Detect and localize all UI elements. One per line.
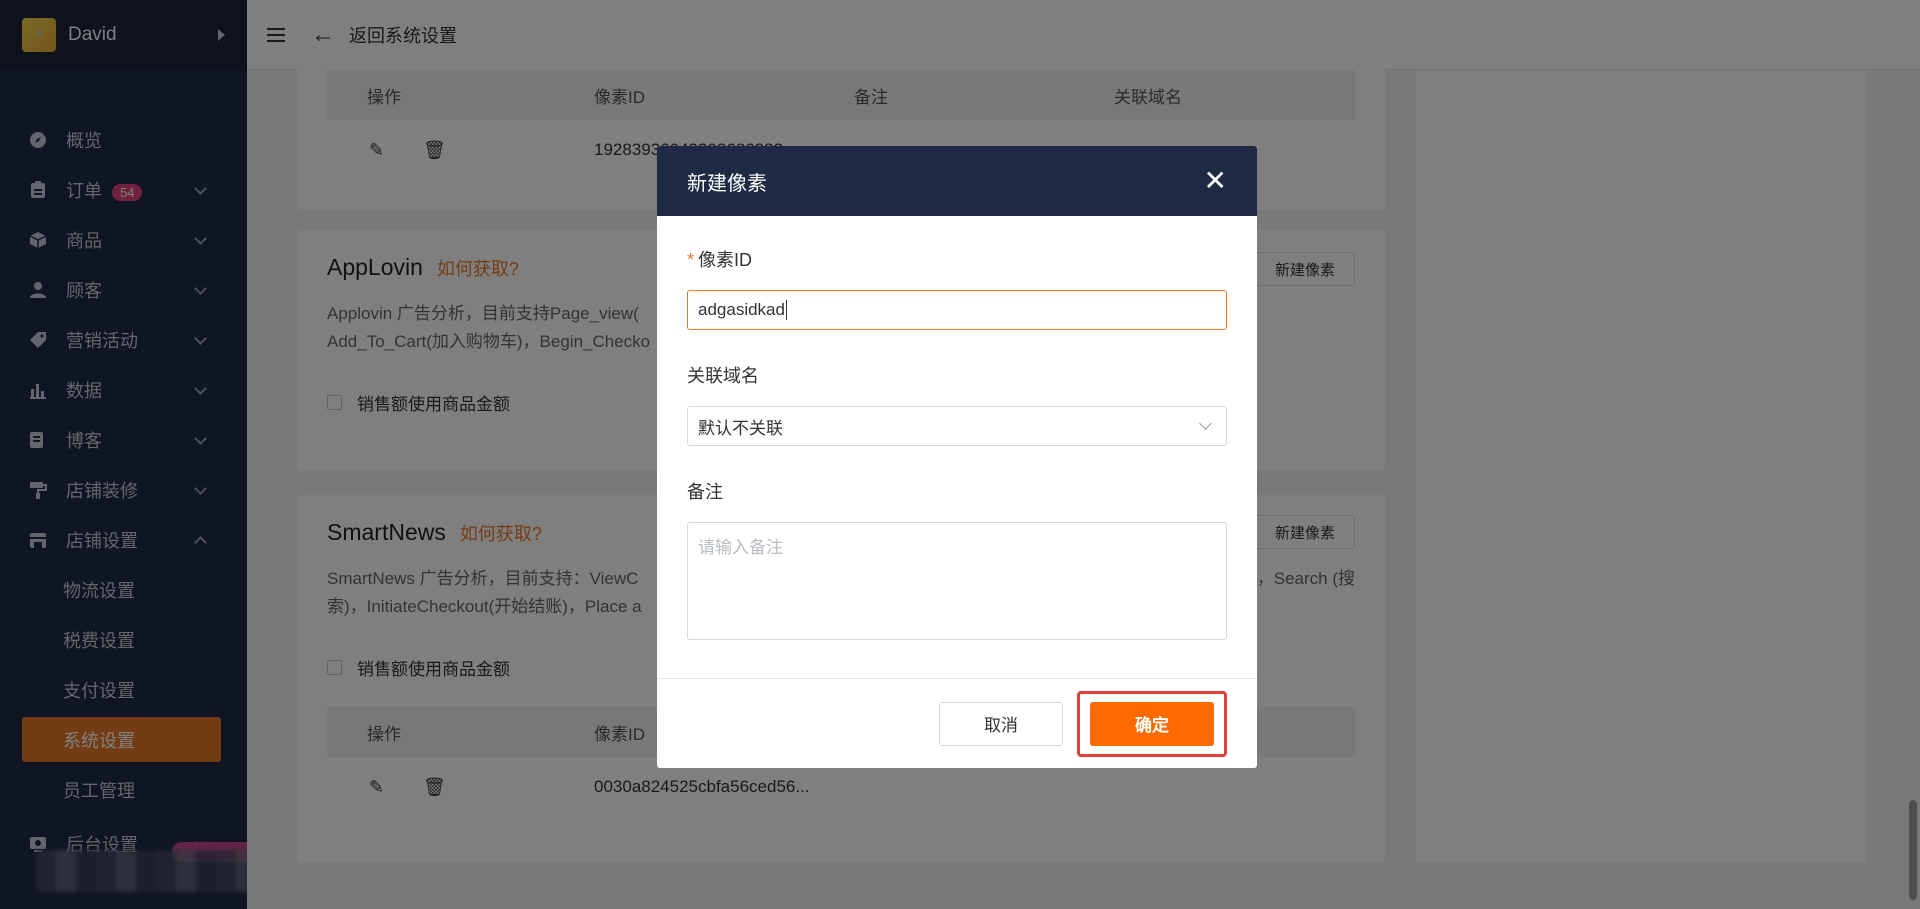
modal-footer: 取消 确定 — [657, 678, 1257, 768]
pixel-id-value: adgasidkad — [698, 300, 785, 319]
modal-body: * 像素ID adgasidkad 关联域名 默认不关联 备注 请输入备注 — [657, 216, 1257, 640]
domain-select[interactable]: 默认不关联 — [687, 406, 1227, 446]
cancel-button[interactable]: 取消 — [939, 701, 1063, 746]
modal-title: 新建像素 — [687, 172, 767, 195]
confirm-button[interactable]: 确定 — [1090, 701, 1214, 746]
close-icon[interactable]: ✕ — [1204, 167, 1227, 195]
note-textarea[interactable]: 请输入备注 — [687, 522, 1227, 640]
new-pixel-modal: 新建像素 ✕ * 像素ID adgasidkad 关联域名 默认不关联 备注 请输… — [657, 146, 1257, 768]
chevron-down-icon — [1199, 417, 1212, 430]
pixel-id-input[interactable]: adgasidkad — [687, 290, 1227, 330]
modal-header: 新建像素 ✕ — [657, 146, 1257, 216]
note-label: 备注 — [687, 482, 723, 502]
domain-label: 关联域名 — [687, 366, 759, 386]
confirm-highlight: 确定 — [1077, 690, 1227, 757]
scrollbar[interactable] — [1909, 800, 1917, 900]
domain-selected-value: 默认不关联 — [698, 418, 783, 438]
pixel-id-label: * 像素ID — [687, 250, 753, 270]
